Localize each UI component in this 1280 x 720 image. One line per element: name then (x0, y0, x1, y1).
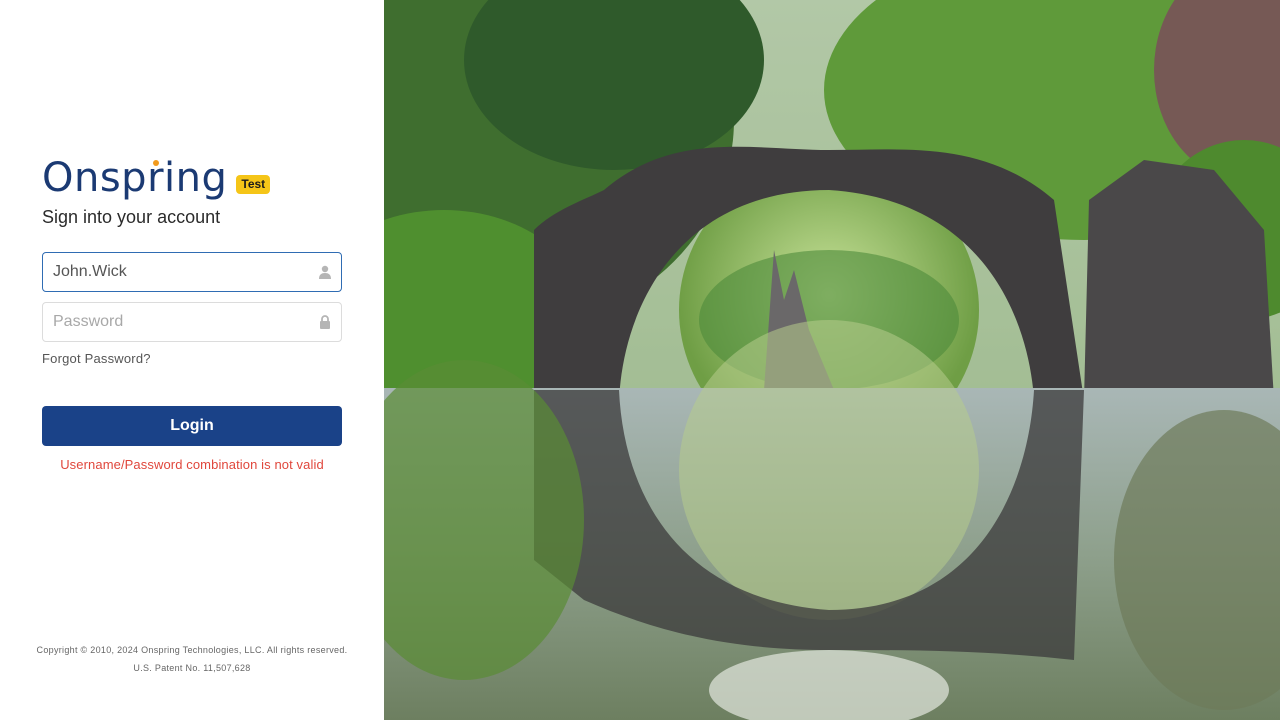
environment-badge: Test (236, 175, 271, 194)
username-field[interactable] (42, 252, 342, 292)
onspring-logo: Onspring (42, 156, 227, 200)
patent-text: U.S. Patent No. 11,507,628 (133, 663, 251, 673)
page-title: Sign into your account (42, 207, 221, 227)
logo-dot (153, 160, 159, 166)
login-button[interactable]: Login (42, 406, 342, 446)
copyright-text: Copyright © 2010, 2024 Onspring Technolo… (36, 645, 348, 655)
logo-text: Onspring (42, 155, 228, 201)
lock-icon (317, 314, 333, 330)
login-page: Onspring Test Sign into your account Joh… (0, 0, 1280, 720)
password-field[interactable] (42, 302, 342, 342)
brand-header: Onspring Test (42, 150, 271, 200)
password-input[interactable] (43, 304, 317, 340)
bridge-lake-photo (384, 0, 1280, 720)
username-input[interactable] (43, 254, 317, 290)
login-panel: Onspring Test Sign into your account Joh… (0, 0, 384, 720)
forgot-password-link[interactable]: Forgot Password? (42, 351, 151, 366)
error-message: Username/Password combination is not val… (60, 457, 324, 472)
footer: Copyright © 2010, 2024 Onspring Technolo… (0, 641, 384, 677)
user-icon (317, 264, 333, 280)
hero-image (384, 0, 1280, 720)
